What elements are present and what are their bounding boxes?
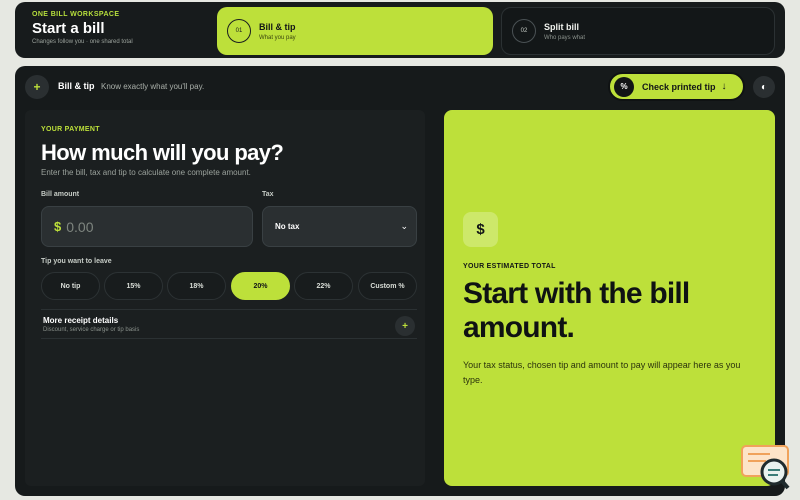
payment-description: Enter the bill, tax and tip to calculate…: [41, 168, 251, 177]
dollar-icon: $: [54, 219, 62, 234]
total-description: Your tax status, chosen tip and amount t…: [463, 360, 741, 385]
total-title: Start with the bill amount.: [463, 277, 690, 344]
arrow-down-icon: ↓: [721, 81, 727, 92]
watermark-logo-icon: [741, 445, 790, 490]
dollar-icon: $: [463, 212, 498, 247]
tax-selected-value: No tax: [275, 222, 300, 231]
add-button[interactable]: +: [25, 75, 49, 99]
step-subtitle: What you pay: [259, 34, 296, 41]
more-details-title[interactable]: More receipt details: [43, 316, 118, 325]
step-title: Split bill: [544, 21, 579, 32]
brand-subtitle: Changes follow you · one shared total: [32, 39, 133, 45]
step-number: 02: [512, 19, 536, 43]
step-title: Bill & tip: [259, 21, 296, 32]
more-details-subtitle: Discount, service charge or tip basis: [43, 327, 140, 333]
chevron-down-icon: ⌄: [400, 221, 408, 231]
page-title: Start a bill: [32, 20, 105, 37]
workspace-header: ONE BILL WORKSPACE Start a bill Changes …: [15, 2, 785, 58]
payment-panel: YOUR PAYMENT How much will you pay? Ente…: [25, 110, 425, 486]
step-split-bill[interactable]: 02 Split bill Who pays what: [501, 7, 775, 55]
check-printed-tip-button[interactable]: % Check printed tip ↓: [608, 72, 745, 101]
tip-options: No tip 15% 18% 20% 22% Custom %: [41, 272, 417, 300]
tip-option-15[interactable]: 15%: [104, 272, 163, 300]
tip-label: Tip you want to leave: [41, 258, 112, 265]
estimated-total-panel: $ YOUR ESTIMATED TOTAL Start with the bi…: [444, 110, 775, 486]
bill-amount-field[interactable]: $: [41, 206, 253, 247]
step-bill-tip[interactable]: 01 Bill & tip What you pay: [217, 7, 493, 55]
section-description: Know exactly what you'll pay.: [101, 82, 205, 91]
step-subtitle: Who pays what: [544, 34, 586, 41]
percent-icon: %: [614, 76, 634, 97]
divider: [41, 309, 417, 310]
payment-kicker: YOUR PAYMENT: [41, 126, 100, 133]
total-kicker: YOUR ESTIMATED TOTAL: [463, 263, 556, 270]
section-title: Bill & tip: [58, 81, 95, 91]
bill-amount-label: Bill amount: [41, 191, 80, 198]
tax-select[interactable]: No tax ⌄: [262, 206, 417, 247]
divider: [41, 338, 417, 339]
tip-option-18[interactable]: 18%: [167, 272, 226, 300]
check-printed-tip-label: Check printed tip: [642, 81, 716, 92]
expand-details-button[interactable]: +: [395, 316, 415, 336]
tip-option-custom[interactable]: Custom %: [358, 272, 417, 300]
bill-workspace: + Bill & tip Know exactly what you'll pa…: [15, 66, 785, 496]
brand: ONE BILL WORKSPACE Start a bill Changes …: [32, 11, 133, 45]
bill-amount-input[interactable]: [66, 218, 227, 235]
theme-toggle-icon[interactable]: ◐: [753, 76, 775, 98]
tip-option-20[interactable]: 20%: [231, 272, 290, 300]
tip-option-no-tip[interactable]: No tip: [41, 272, 100, 300]
tax-label: Tax: [262, 191, 274, 198]
step-number: 01: [227, 19, 251, 43]
payment-title: How much will you pay?: [41, 140, 284, 165]
brand-kicker: ONE BILL WORKSPACE: [32, 11, 120, 18]
tip-option-22[interactable]: 22%: [294, 272, 353, 300]
section-toolbar: + Bill & tip Know exactly what you'll pa…: [15, 66, 785, 108]
